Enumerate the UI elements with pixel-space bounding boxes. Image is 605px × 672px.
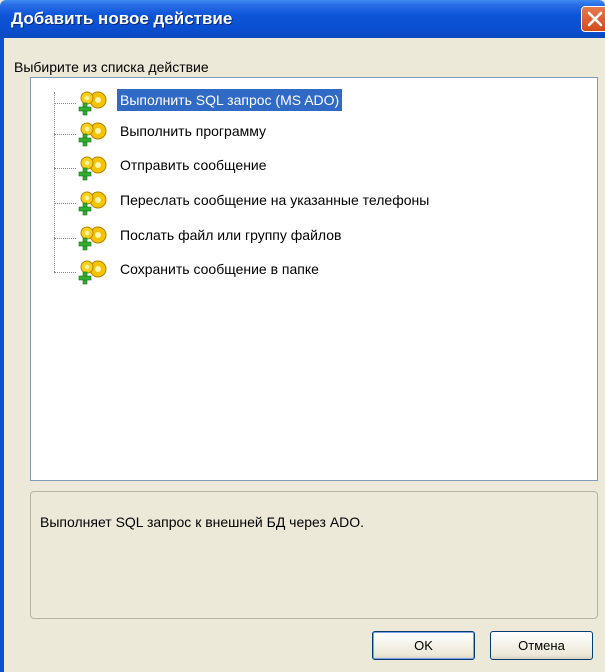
cancel-button[interactable]: Отмена: [490, 631, 593, 660]
tree-branch-line: [54, 92, 55, 272]
tree-item-label[interactable]: Послать файл или группу файлов: [117, 224, 344, 246]
gear-plus-icon: [78, 260, 107, 285]
tree-connector: [54, 168, 76, 169]
tree-connector: [54, 203, 76, 204]
ok-button[interactable]: OK: [372, 631, 475, 660]
tree-connector: [54, 103, 76, 104]
action-list-label: Выбирите из списка действие: [14, 59, 209, 75]
tree-item-label[interactable]: Сохранить сообщение в папке: [117, 258, 322, 280]
tree-item-label[interactable]: Выполнить программу: [117, 120, 269, 142]
close-button[interactable]: [581, 6, 605, 32]
gear-plus-icon: [78, 91, 107, 116]
description-panel: [30, 491, 598, 619]
tree-item-label[interactable]: Переслать сообщение на указанные телефон…: [117, 189, 432, 211]
close-icon: [587, 11, 603, 27]
gear-plus-icon: [78, 122, 107, 147]
add-action-dialog: Добавить новое действие Выбирите из спис…: [0, 0, 605, 672]
window-frame: [0, 38, 4, 672]
tree-item-label[interactable]: Выполнить SQL запрос (MS ADO): [117, 89, 343, 111]
dialog-title: Добавить новое действие: [11, 9, 233, 28]
gear-plus-icon: [78, 226, 107, 251]
gear-plus-icon: [78, 191, 107, 216]
gear-plus-icon: [78, 156, 107, 181]
title-bar[interactable]: Добавить новое действие: [0, 0, 605, 38]
tree-connector: [54, 272, 76, 273]
action-description: Выполняет SQL запрос к внешней БД через …: [40, 514, 365, 530]
tree-item-label[interactable]: Отправить сообщение: [117, 154, 270, 176]
tree-connector: [54, 238, 76, 239]
tree-connector: [54, 134, 76, 135]
